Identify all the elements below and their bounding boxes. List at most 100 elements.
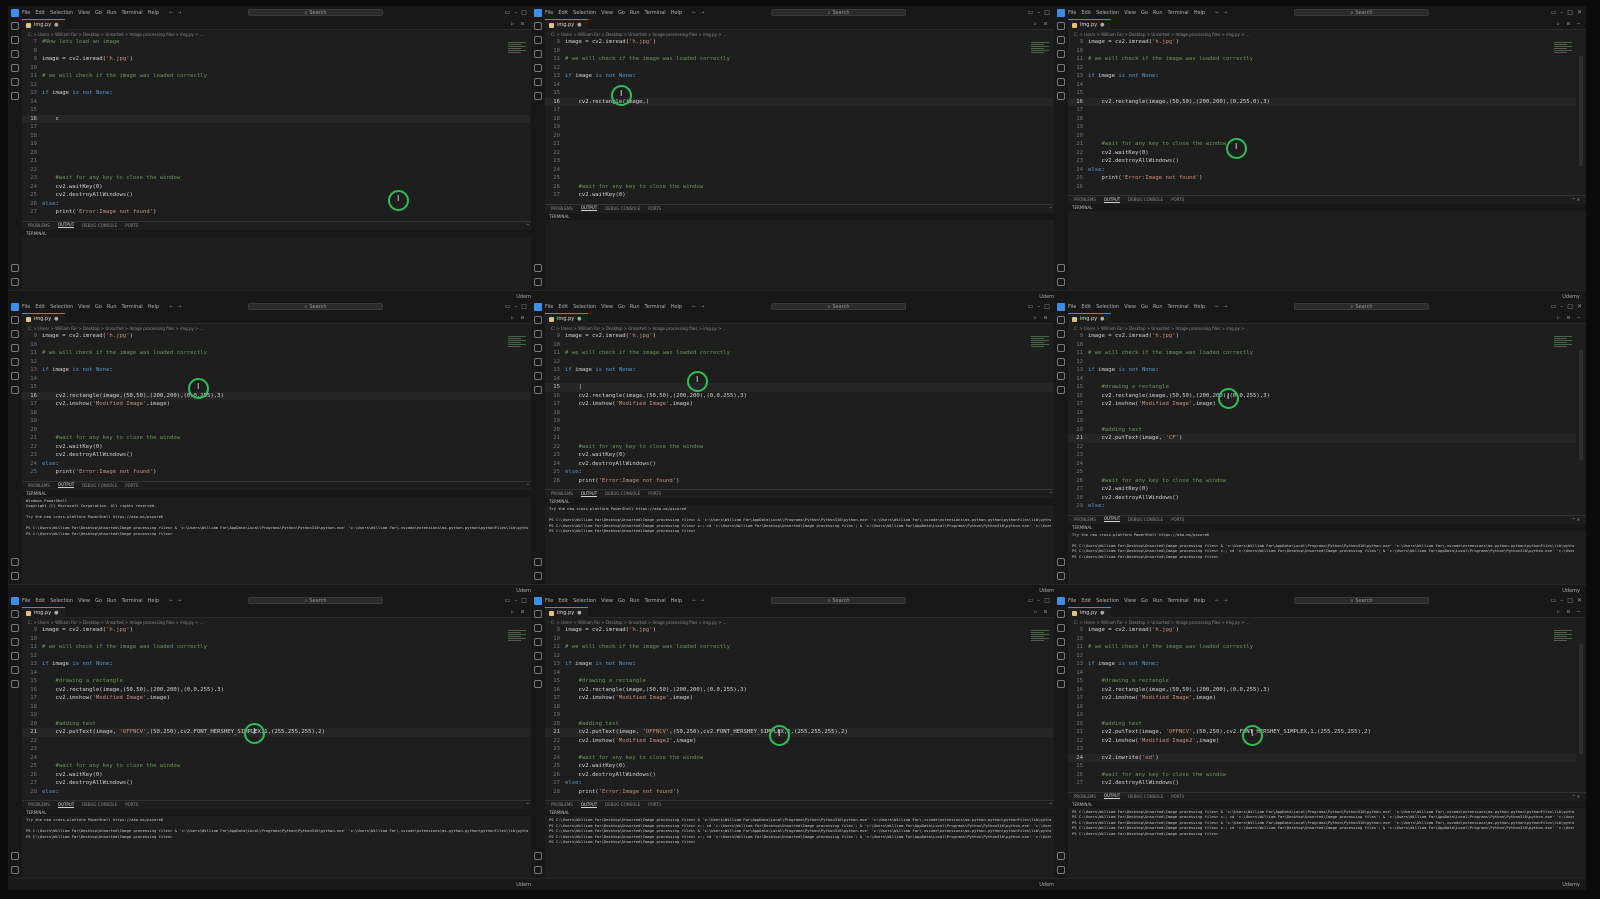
- minimap[interactable]: [1031, 630, 1049, 648]
- source-control-icon[interactable]: [11, 50, 19, 58]
- account-icon[interactable]: [11, 264, 19, 272]
- nav-arrows[interactable]: ← →: [169, 304, 181, 310]
- menu-edit[interactable]: Edit: [558, 304, 568, 310]
- source-control-icon[interactable]: [11, 638, 19, 646]
- code-text[interactable]: #adding text: [1088, 721, 1141, 727]
- source-control-icon[interactable]: [534, 344, 542, 352]
- terminal[interactable]: [1068, 212, 1574, 288]
- code-text[interactable]: cv2.rectangle(image,(50,50),(200,200),(0…: [565, 393, 746, 399]
- menu-edit[interactable]: Edit: [35, 598, 45, 604]
- minimize-icon[interactable]: –: [1560, 9, 1563, 16]
- command-search[interactable]: ⌕ Search: [248, 303, 383, 310]
- editor-tab[interactable]: img.py ●: [22, 19, 65, 30]
- nav-arrows[interactable]: ← →: [692, 304, 704, 310]
- terminal[interactable]: PS C:\Users\William Far\Desktop\Unsorted…: [545, 817, 1051, 876]
- code-text[interactable]: # we will check if the image was loaded …: [565, 56, 730, 62]
- panel-tab-output[interactable]: OUTPUT: [1103, 793, 1121, 799]
- code-text[interactable]: cv2.imshow('Modified Image',image): [1088, 695, 1216, 701]
- code-line[interactable]: 16 c: [22, 114, 530, 123]
- menu-file[interactable]: File: [1068, 10, 1076, 16]
- layout-icon[interactable]: ▭: [1028, 303, 1034, 310]
- menu-edit[interactable]: Edit: [1081, 10, 1091, 16]
- code-line[interactable]: 11 # we will check if the image was loade…: [545, 643, 1053, 652]
- menu-go[interactable]: Go: [95, 598, 102, 604]
- editor-scrollbar[interactable]: [1579, 56, 1583, 166]
- panel-tab-ports[interactable]: PORTS: [125, 483, 138, 488]
- code-line[interactable]: 24: [1068, 460, 1576, 469]
- back-arrow-icon[interactable]: ←: [169, 304, 173, 310]
- code-line[interactable]: 20: [22, 149, 530, 158]
- breadcrumb[interactable]: C: > Users > William Far > Desktop > Uns…: [545, 618, 1063, 626]
- code-line[interactable]: 26 print('Error:Image not found'): [545, 477, 1053, 486]
- search-view-icon[interactable]: [11, 624, 19, 632]
- code-editor[interactable]: 9 image = cv2.imread('h.jpg') 10 11 # we wil…: [22, 332, 530, 477]
- code-line[interactable]: 16 cv2.rectangle(image,(50,50),(200,200)…: [545, 392, 1053, 401]
- tab-dirty-indicator[interactable]: ●: [1100, 610, 1104, 616]
- menu-help[interactable]: Help: [1194, 10, 1205, 16]
- panel-tab-problems[interactable]: PROBLEMS: [1074, 197, 1096, 202]
- code-text[interactable]: cv2.imshow('Modified Image',image): [1088, 401, 1216, 407]
- code-text[interactable]: # we will check if the image was loaded …: [1088, 644, 1253, 650]
- code-line[interactable]: 22: [545, 149, 1053, 158]
- command-search[interactable]: ⌕ Search: [248, 597, 383, 604]
- code-line[interactable]: 23: [545, 745, 1053, 754]
- code-line[interactable]: 20: [545, 132, 1053, 141]
- terminal[interactable]: Windows PowerShell Copyright (C) Microsof…: [22, 498, 528, 583]
- editor-tab[interactable]: img.py ●: [545, 313, 588, 324]
- code-line[interactable]: 19: [22, 417, 530, 426]
- explorer-icon[interactable]: [11, 316, 19, 324]
- panel-tab-problems[interactable]: PROBLEMS: [551, 206, 573, 211]
- code-line[interactable]: 24: [22, 754, 530, 763]
- menu-view[interactable]: View: [78, 598, 90, 604]
- settings-gear-icon[interactable]: [1057, 866, 1065, 874]
- code-line[interactable]: 17 cv2.imshow('Modified Image',image): [545, 694, 1053, 703]
- code-text[interactable]: else:: [1088, 503, 1105, 509]
- code-text[interactable]: cv2.rectangle(image,(50,50),(200,200),(0…: [565, 687, 746, 693]
- code-line[interactable]: 15 |: [545, 383, 1053, 392]
- code-text[interactable]: if image is not None:: [1088, 661, 1159, 667]
- tab-dirty-indicator[interactable]: ●: [54, 610, 58, 616]
- code-line[interactable]: 12: [545, 64, 1053, 73]
- editor-tab[interactable]: img.py ●: [22, 313, 65, 324]
- code-text[interactable]: c: [42, 116, 58, 122]
- code-line[interactable]: 26 cv2.destroyAllWindows(): [545, 771, 1053, 780]
- code-text[interactable]: print('Error:Image not found'): [42, 209, 156, 215]
- command-search[interactable]: ⌕ Search: [771, 9, 906, 16]
- code-line[interactable]: 20: [1068, 132, 1576, 141]
- code-line[interactable]: 18: [1068, 409, 1576, 418]
- code-line[interactable]: 21 cv2.putText(image, 'OFFNCV',(50,250),…: [545, 728, 1053, 737]
- code-line[interactable]: 14: [22, 98, 530, 107]
- panel-tab-problems[interactable]: PROBLEMS: [28, 223, 50, 228]
- code-text[interactable]: cv2.destroyAllWindows(): [1088, 780, 1178, 786]
- explorer-icon[interactable]: [534, 22, 542, 30]
- code-line[interactable]: 12: [22, 81, 530, 90]
- forward-arrow-icon[interactable]: →: [1223, 304, 1227, 310]
- maximize-icon[interactable]: □: [521, 597, 527, 604]
- terminal[interactable]: PS C:\Users\William Far\Desktop\Unsorted…: [1068, 809, 1574, 877]
- code-line[interactable]: 20 #adding text: [1068, 720, 1576, 729]
- tab-dirty-indicator[interactable]: ●: [1100, 22, 1104, 28]
- code-line[interactable]: 24 cv2.imwrite('ed'): [1068, 753, 1576, 762]
- code-line[interactable]: 15 #drawing a rectangle: [545, 677, 1053, 686]
- code-text[interactable]: #wait for any key to close the window: [1088, 478, 1226, 484]
- code-line[interactable]: 17 cv2.imshow('Modified Image',image): [545, 400, 1053, 409]
- code-line[interactable]: 26 #wait for any key to close the window: [1068, 771, 1576, 780]
- extensions-icon[interactable]: [11, 666, 19, 674]
- layout-icon[interactable]: ▭: [1028, 597, 1034, 604]
- maximize-icon[interactable]: □: [1044, 303, 1050, 310]
- tab-dirty-indicator[interactable]: ●: [54, 22, 58, 28]
- panel-tab-problems[interactable]: PROBLEMS: [551, 491, 573, 496]
- code-text[interactable]: cv2.destroyAllWindows(): [565, 461, 655, 467]
- code-line[interactable]: 12: [545, 652, 1053, 661]
- code-text[interactable]: cv2.waitKey(0): [1088, 150, 1148, 156]
- code-line[interactable]: 22 cv2.imshow('Modified Image2',image): [1068, 737, 1576, 746]
- menu-help[interactable]: Help: [671, 10, 682, 16]
- menu-terminal[interactable]: Terminal: [122, 10, 143, 16]
- settings-gear-icon[interactable]: [11, 278, 19, 286]
- menu-help[interactable]: Help: [671, 598, 682, 604]
- tab-dirty-indicator[interactable]: ●: [577, 22, 581, 28]
- minimap[interactable]: [508, 42, 526, 60]
- nav-arrows[interactable]: ← →: [169, 10, 181, 16]
- code-line[interactable]: 21: [22, 157, 530, 166]
- code-text[interactable]: #drawing a rectangle: [42, 678, 122, 684]
